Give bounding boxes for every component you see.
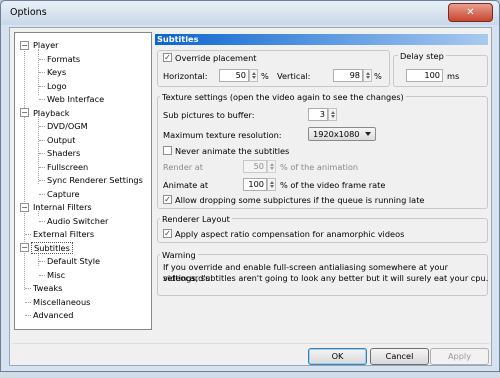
tree-item-default-style[interactable]: Default Style bbox=[45, 255, 102, 267]
tree-item-fullscreen[interactable]: Fullscreen bbox=[45, 161, 90, 173]
warning-line-2: settings, subtitles aren't going to look… bbox=[163, 273, 489, 283]
panel-title: Subtitles bbox=[157, 34, 199, 44]
tree-item-external-filters[interactable]: External Filters bbox=[31, 228, 96, 240]
title-bar[interactable]: Options ✕ bbox=[1, 1, 499, 25]
background-text-blur bbox=[96, 2, 491, 22]
tree-item-sync-renderer-settings[interactable]: Sync Renderer Settings bbox=[45, 174, 145, 186]
render-at-spinner[interactable] bbox=[267, 160, 276, 173]
horizontal-label: Horizontal: bbox=[163, 71, 208, 81]
override-placement-checkbox[interactable]: ✓ bbox=[163, 53, 172, 62]
tree-item-internal-filters[interactable]: Internal Filters bbox=[31, 201, 94, 213]
sub-pictures-buffer-spinner[interactable] bbox=[328, 108, 337, 121]
animate-at-input[interactable]: 100 bbox=[243, 178, 267, 191]
tree-item-advanced[interactable]: Advanced bbox=[31, 309, 75, 321]
vertical-unit: % bbox=[374, 71, 382, 81]
warning-label: Warning bbox=[160, 250, 198, 260]
horizontal-spinner[interactable] bbox=[249, 69, 258, 82]
texture-settings-label: Texture settings (open the video again t… bbox=[160, 92, 406, 102]
render-at-label: Render at bbox=[163, 162, 203, 172]
tree-item-player[interactable]: Player bbox=[31, 39, 60, 51]
delay-step-label: Delay step bbox=[398, 51, 446, 61]
horizontal-unit: % bbox=[261, 71, 269, 81]
renderer-layout-label: Renderer Layout bbox=[160, 214, 232, 224]
tree-item-logo[interactable]: Logo bbox=[45, 80, 69, 92]
vertical-label: Vertical: bbox=[277, 71, 311, 81]
tree-item-keys[interactable]: Keys bbox=[45, 66, 68, 78]
tree-item-playback[interactable]: Playback bbox=[31, 107, 72, 119]
vertical-input[interactable]: 98 bbox=[333, 69, 363, 82]
never-animate-checkbox[interactable] bbox=[163, 146, 172, 155]
cancel-button[interactable]: Cancel bbox=[370, 348, 429, 365]
tree-expander-icon[interactable]: − bbox=[20, 40, 29, 50]
dialog-client: − Player Formats Keys Logo Web Interface − Play… bbox=[9, 27, 492, 366]
tree-item-miscellaneous[interactable]: Miscellaneous bbox=[31, 296, 92, 308]
tree-item-web-interface[interactable]: Web Interface bbox=[45, 93, 106, 105]
max-texture-resolution-label: Maximum texture resolution: bbox=[163, 130, 282, 140]
window-title: Options bbox=[10, 7, 47, 18]
delay-step-unit: ms bbox=[447, 71, 460, 81]
animate-at-spinner[interactable] bbox=[267, 178, 276, 191]
animate-at-label: Animate at bbox=[163, 180, 209, 190]
delay-step-input[interactable]: 100 bbox=[406, 69, 443, 82]
options-tree[interactable]: − Player Formats Keys Logo Web Interface − Play… bbox=[14, 32, 152, 330]
tree-item-misc[interactable]: Misc bbox=[45, 269, 67, 281]
never-animate-label[interactable]: Never animate the subtitles bbox=[175, 146, 289, 156]
close-button[interactable]: ✕ bbox=[448, 3, 493, 22]
max-texture-resolution-value: 1920x1080 bbox=[313, 129, 360, 139]
tree-item-output[interactable]: Output bbox=[45, 134, 77, 146]
max-texture-resolution-select[interactable]: 1920x1080 bbox=[308, 127, 376, 141]
tree-expander-icon[interactable]: − bbox=[20, 202, 29, 212]
tree-item-subtitles[interactable]: Subtitles bbox=[31, 241, 73, 254]
horizontal-input[interactable]: 50 bbox=[219, 69, 249, 82]
apply-button[interactable]: Apply bbox=[430, 348, 489, 365]
tree-expander-icon[interactable]: − bbox=[20, 108, 29, 117]
override-placement-label[interactable]: Override placement bbox=[175, 53, 256, 63]
panel-header: Subtitles bbox=[155, 34, 488, 45]
tree-item-dvd-ogm[interactable]: DVD/OGM bbox=[45, 120, 90, 132]
background-strip bbox=[0, 372, 500, 378]
allow-dropping-label[interactable]: Allow dropping some subpictures if the q… bbox=[175, 195, 424, 205]
chevron-down-icon bbox=[365, 132, 371, 136]
render-at-input[interactable]: 50 bbox=[243, 160, 267, 173]
allow-dropping-checkbox[interactable]: ✓ bbox=[163, 195, 172, 204]
sub-pictures-buffer-input[interactable]: 3 bbox=[308, 108, 328, 121]
vertical-spinner[interactable] bbox=[363, 69, 372, 82]
tree-item-capture[interactable]: Capture bbox=[45, 188, 82, 200]
tree-item-formats[interactable]: Formats bbox=[45, 53, 82, 65]
tree-item-shaders[interactable]: Shaders bbox=[45, 147, 82, 159]
aspect-ratio-label[interactable]: Apply aspect ratio compensation for anam… bbox=[175, 229, 404, 239]
aspect-ratio-checkbox[interactable]: ✓ bbox=[163, 229, 172, 238]
ok-button[interactable]: OK bbox=[308, 348, 367, 365]
animate-at-suffix: % of the video frame rate bbox=[280, 180, 386, 190]
tree-expander-icon[interactable]: − bbox=[20, 243, 29, 252]
render-at-suffix: % of the animation bbox=[280, 162, 359, 172]
options-window: Options ✕ − Player Formats Keys Logo Web Inte… bbox=[0, 0, 500, 372]
tree-item-audio-switcher[interactable]: Audio Switcher bbox=[45, 215, 110, 227]
sub-pictures-buffer-label: Sub pictures to buffer: bbox=[163, 110, 255, 120]
tree-item-tweaks[interactable]: Tweaks bbox=[31, 282, 64, 294]
button-separator bbox=[12, 343, 489, 344]
